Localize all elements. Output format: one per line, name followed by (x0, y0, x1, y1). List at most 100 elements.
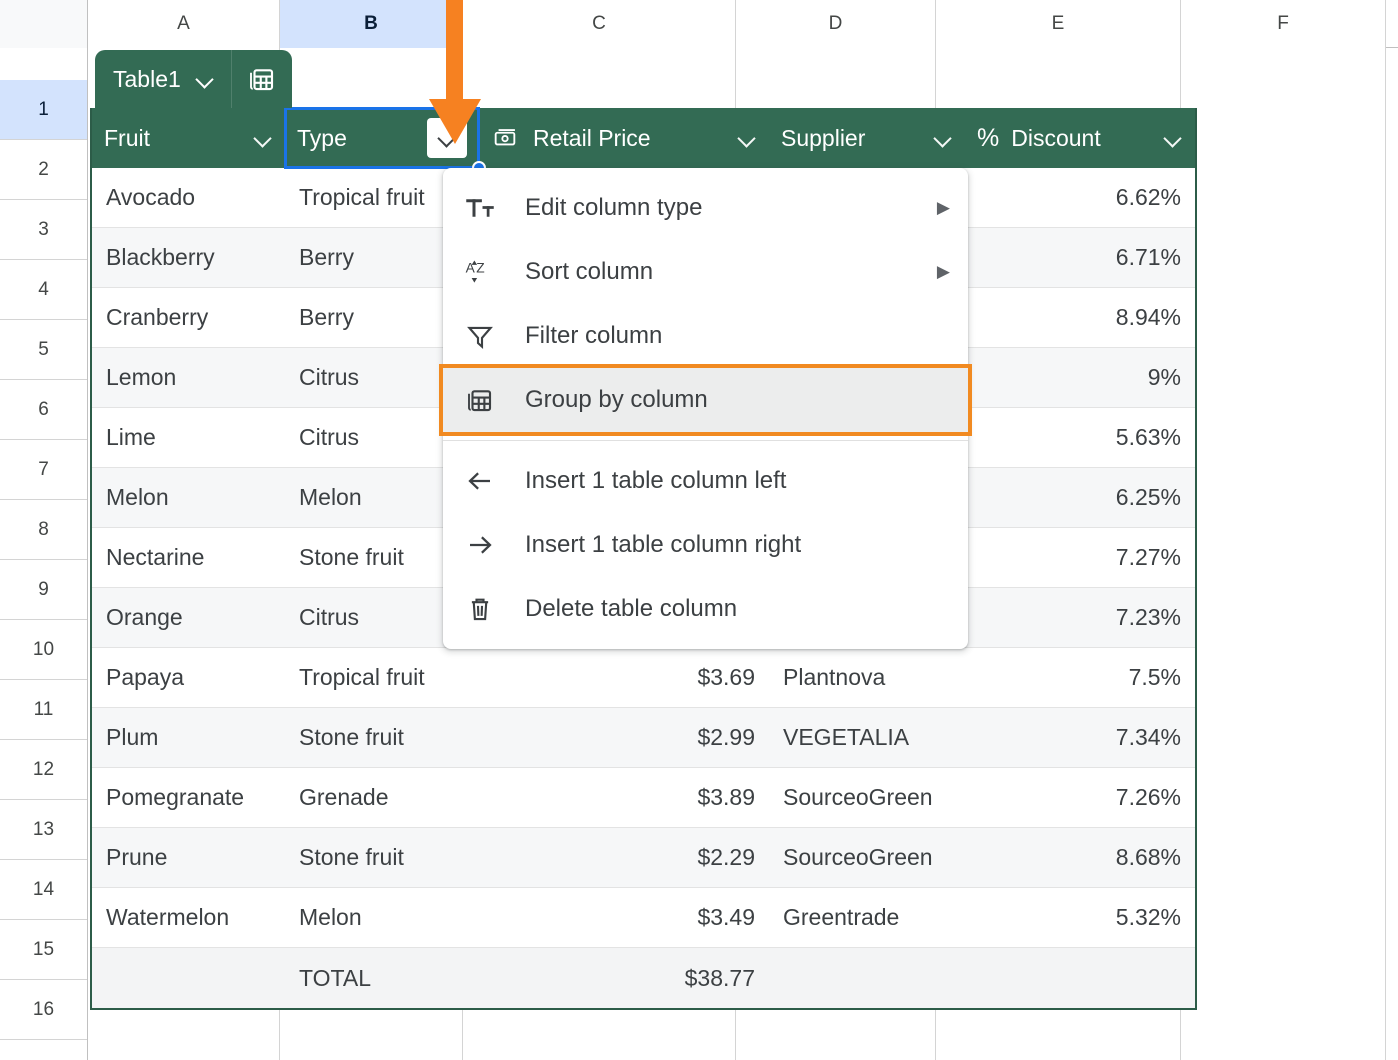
cell-discount[interactable]: 6.71% (965, 228, 1195, 287)
table-name-chip[interactable]: Table1 (95, 50, 292, 108)
cell-price[interactable]: $3.89 (479, 768, 769, 827)
cell-discount[interactable]: 7.5% (965, 648, 1195, 707)
cell-supplier[interactable]: Greentrade (769, 888, 965, 947)
cell-total-discount[interactable] (965, 948, 1195, 1008)
cell-fruit[interactable]: Papaya (92, 648, 285, 707)
cell-price[interactable]: $3.69 (479, 648, 769, 707)
cell-discount[interactable]: 8.68% (965, 828, 1195, 887)
cell-price[interactable]: $2.29 (479, 828, 769, 887)
column-header-d[interactable]: D (736, 0, 936, 48)
menu-item-group-by-column[interactable]: Group by column (443, 368, 968, 432)
cell-type[interactable]: Stone fruit (285, 708, 479, 767)
menu-item-sort-column[interactable]: A Z Sort column ▶ (443, 240, 968, 304)
table-row[interactable]: Watermelon Melon $3.49 Greentrade 5.32% (92, 888, 1195, 948)
cell-type[interactable]: Melon (285, 888, 479, 947)
cell-fruit[interactable]: Watermelon (92, 888, 285, 947)
column-header-f[interactable]: F (1181, 0, 1386, 48)
row-number-3[interactable]: 3 (0, 200, 87, 260)
cell-fruit[interactable]: Lime (92, 408, 285, 467)
menu-item-insert-column-right[interactable]: Insert 1 table column right (443, 513, 968, 577)
select-all-corner[interactable] (0, 0, 88, 48)
header-label-discount: Discount (1011, 125, 1100, 152)
cell-supplier[interactable]: SourceoGreen (769, 828, 965, 887)
row-number-8[interactable]: 8 (0, 500, 87, 560)
cell-discount[interactable]: 5.32% (965, 888, 1195, 947)
row-number-2[interactable]: 2 (0, 140, 87, 200)
cell-type[interactable]: Stone fruit (285, 828, 479, 887)
row-number-7[interactable]: 7 (0, 440, 87, 500)
row-number-13[interactable]: 13 (0, 800, 87, 860)
cell-discount[interactable]: 6.25% (965, 468, 1195, 527)
row-number-12[interactable]: 12 (0, 740, 87, 800)
cell-total-supplier[interactable] (769, 948, 965, 1008)
cell-supplier[interactable]: VEGETALIA (769, 708, 965, 767)
column-header-e[interactable]: E (936, 0, 1181, 48)
cell-fruit[interactable]: Nectarine (92, 528, 285, 587)
column-header-c[interactable]: C (463, 0, 736, 48)
row-number-gutter: 1 2 3 4 5 6 7 8 9 10 11 12 13 14 15 16 (0, 48, 88, 1060)
row-number-4[interactable]: 4 (0, 260, 87, 320)
cell-fruit[interactable]: Lemon (92, 348, 285, 407)
submenu-arrow-icon: ▶ (937, 262, 950, 282)
chevron-down-icon[interactable] (1163, 132, 1183, 144)
grouped-table-icon[interactable] (232, 50, 292, 108)
cell-type[interactable]: Tropical fruit (285, 648, 479, 707)
row-number-9[interactable]: 9 (0, 560, 87, 620)
menu-item-filter-column[interactable]: Filter column (443, 304, 968, 368)
table-row[interactable]: Papaya Tropical fruit $3.69 Plantnova 7.… (92, 648, 1195, 708)
cell-fruit[interactable]: Blackberry (92, 228, 285, 287)
chevron-down-icon[interactable] (737, 132, 757, 144)
cell-total-label[interactable]: TOTAL (285, 948, 479, 1008)
table-row[interactable]: Prune Stone fruit $2.29 SourceoGreen 8.6… (92, 828, 1195, 888)
cell-fruit[interactable]: Plum (92, 708, 285, 767)
cell-supplier[interactable]: SourceoGreen (769, 768, 965, 827)
table-row[interactable]: Pomegranate Grenade $3.89 SourceoGreen 7… (92, 768, 1195, 828)
chevron-down-icon[interactable] (933, 132, 953, 144)
cell-type[interactable]: Grenade (285, 768, 479, 827)
cell-supplier[interactable]: Plantnova (769, 648, 965, 707)
cell-price[interactable]: $2.99 (479, 708, 769, 767)
table-header-row: Fruit Type (90, 108, 1197, 168)
cell-fruit[interactable]: Prune (92, 828, 285, 887)
cell-fruit[interactable]: Cranberry (92, 288, 285, 347)
menu-item-edit-column-type[interactable]: Edit column type ▶ (443, 176, 968, 240)
row-number-15[interactable]: 15 (0, 920, 87, 980)
column-header-strip: A B C D E F (0, 0, 1398, 48)
chevron-down-icon[interactable] (253, 132, 273, 144)
cell-fruit[interactable]: Orange (92, 588, 285, 647)
row-number-10[interactable]: 10 (0, 620, 87, 680)
cell-discount[interactable]: 7.27% (965, 528, 1195, 587)
cell-fruit[interactable]: Melon (92, 468, 285, 527)
cell-total-fruit[interactable] (92, 948, 285, 1008)
menu-item-insert-column-left[interactable]: Insert 1 table column left (443, 449, 968, 513)
row-number-14[interactable]: 14 (0, 860, 87, 920)
row-number-6[interactable]: 6 (0, 380, 87, 440)
table-column-header-fruit[interactable]: Fruit (92, 108, 285, 168)
table-column-header-supplier[interactable]: Supplier (769, 108, 965, 168)
cell-discount[interactable]: 7.34% (965, 708, 1195, 767)
cell-discount[interactable]: 7.23% (965, 588, 1195, 647)
cell-fruit[interactable]: Pomegranate (92, 768, 285, 827)
menu-item-delete-column[interactable]: Delete table column (443, 577, 968, 641)
text-format-icon (465, 193, 511, 223)
sort-az-icon: A Z (465, 257, 511, 287)
column-header-a[interactable]: A (88, 0, 280, 48)
table-column-header-discount[interactable]: % Discount (965, 108, 1195, 168)
table-total-row[interactable]: TOTAL $38.77 (92, 948, 1195, 1008)
table-column-header-retail-price[interactable]: Retail Price (479, 108, 769, 168)
cell-total-price[interactable]: $38.77 (479, 948, 769, 1008)
row-number-1[interactable]: 1 (0, 80, 87, 140)
cell-price[interactable]: $3.49 (479, 888, 769, 947)
row-number-11[interactable]: 11 (0, 680, 87, 740)
grid-col-f (1181, 48, 1386, 1060)
table-row[interactable]: Plum Stone fruit $2.99 VEGETALIA 7.34% (92, 708, 1195, 768)
row-number-5[interactable]: 5 (0, 320, 87, 380)
row-number-16[interactable]: 16 (0, 980, 87, 1040)
cell-discount[interactable]: 7.26% (965, 768, 1195, 827)
cell-discount[interactable]: 9% (965, 348, 1195, 407)
cell-discount[interactable]: 6.62% (965, 168, 1195, 227)
table-name-button[interactable]: Table1 (95, 50, 232, 108)
cell-fruit[interactable]: Avocado (92, 168, 285, 227)
cell-discount[interactable]: 5.63% (965, 408, 1195, 467)
cell-discount[interactable]: 8.94% (965, 288, 1195, 347)
